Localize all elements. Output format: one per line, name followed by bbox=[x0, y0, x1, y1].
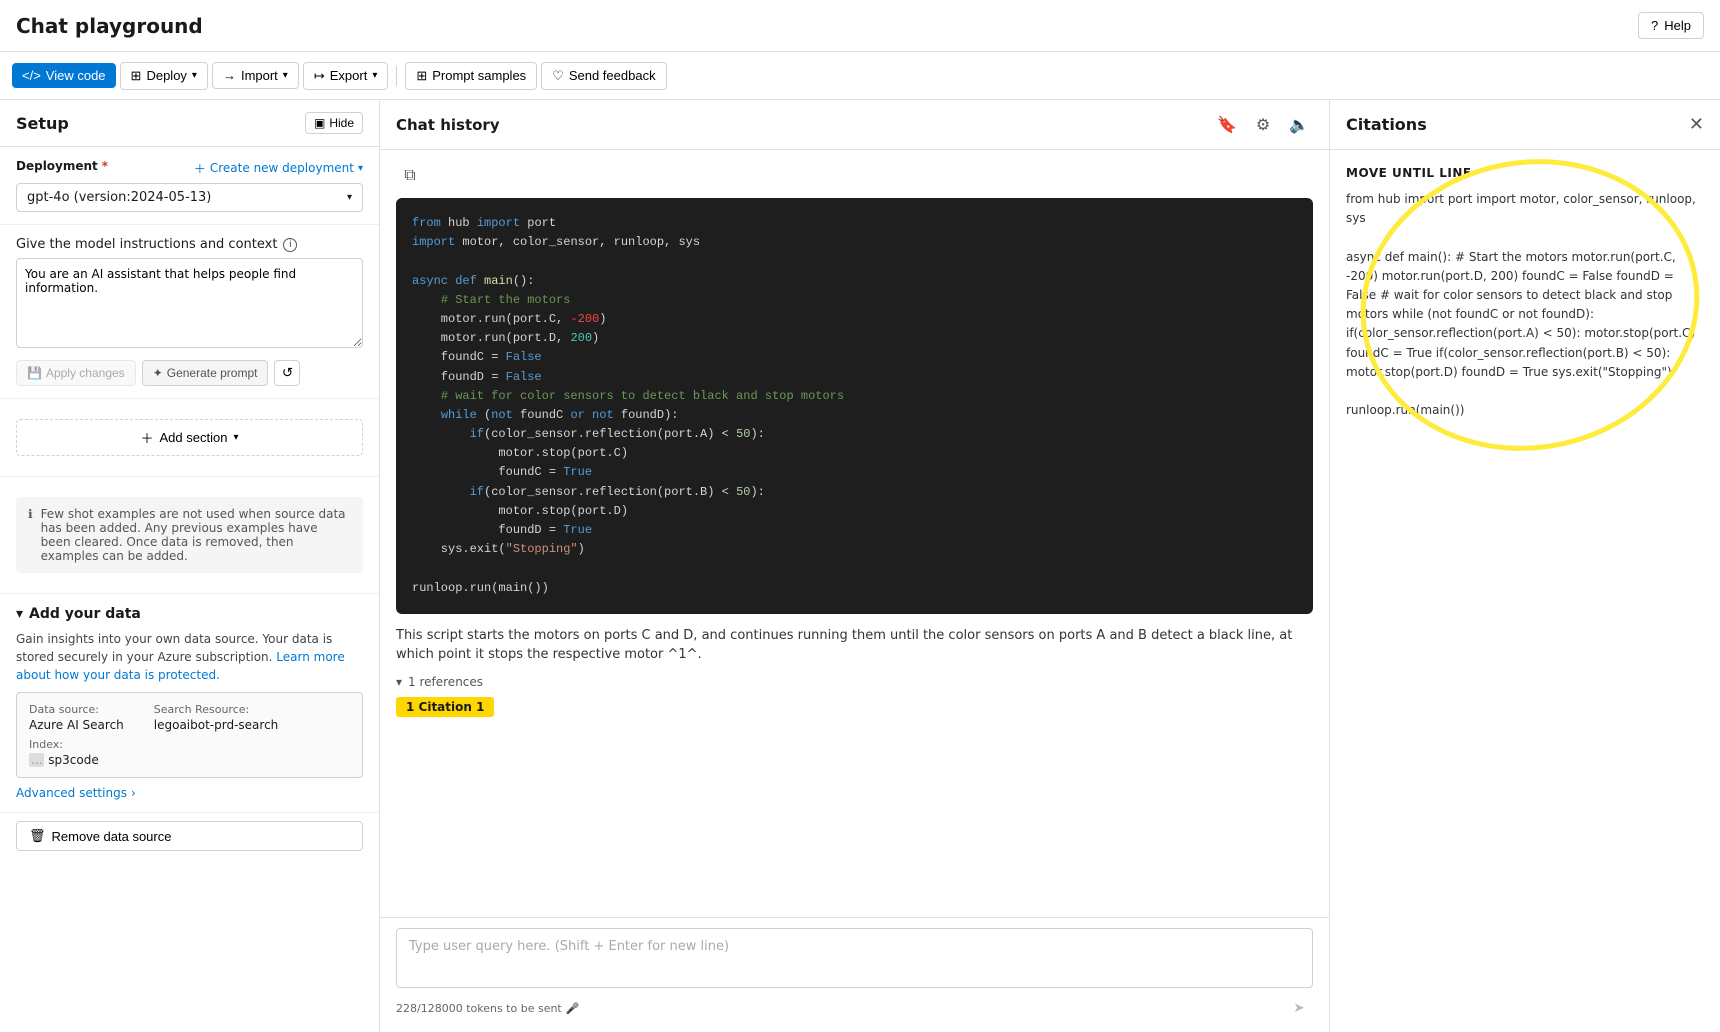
help-button[interactable]: ? Help bbox=[1638, 12, 1704, 39]
references-count: 1 references bbox=[408, 675, 483, 689]
plus-icon: ＋ bbox=[194, 160, 206, 177]
create-chevron-icon: ▾ bbox=[358, 163, 363, 174]
code-block: from hub import port import motor, color… bbox=[396, 198, 1313, 614]
apply-changes-button[interactable]: 💾 Apply changes bbox=[16, 360, 136, 386]
data-source-row-1: Data source: Azure AI Search Search Reso… bbox=[29, 703, 350, 732]
import-icon: → bbox=[223, 68, 236, 83]
citation-section-title: MOVE UNTIL LINE bbox=[1346, 166, 1704, 180]
your-data-description: Gain insights into your own data source.… bbox=[16, 630, 363, 684]
feedback-icon: ♡ bbox=[552, 68, 564, 84]
citation-chip-area: 1 Citation 1 bbox=[396, 697, 1313, 717]
copy-button[interactable]: ⧉ bbox=[396, 162, 424, 190]
sidebar-header: Setup ▣ Hide bbox=[0, 100, 379, 147]
chat-input-area: Type user query here. (Shift + Enter for… bbox=[380, 917, 1329, 1032]
index-prefix: ... bbox=[29, 753, 44, 767]
instructions-label: Give the model instructions and context … bbox=[16, 237, 363, 252]
grid-icon: ⊞ bbox=[416, 68, 427, 84]
citations-content: MOVE UNTIL LINE from hub import port imp… bbox=[1330, 150, 1720, 1032]
hide-icon: ▣ bbox=[314, 116, 325, 130]
add-section-area: ＋ Add section ▾ bbox=[0, 399, 379, 477]
export-chevron-icon: ▾ bbox=[372, 70, 377, 81]
setup-title: Setup bbox=[16, 114, 69, 133]
import-button[interactable]: → Import ▾ bbox=[212, 62, 299, 89]
deployment-label: Deployment * bbox=[16, 159, 108, 173]
import-chevron-icon: ▾ bbox=[283, 70, 288, 81]
your-data-title[interactable]: ▾ Add your data bbox=[16, 606, 363, 622]
chevron-right-icon: › bbox=[131, 786, 136, 800]
add-section-button[interactable]: ＋ Add section ▾ bbox=[16, 419, 363, 456]
send-button[interactable]: ➤ bbox=[1285, 994, 1313, 1022]
citations-title: Citations bbox=[1346, 115, 1427, 134]
deploy-button[interactable]: ⊞ Deploy ▾ bbox=[120, 62, 208, 90]
export-button[interactable]: ↦ Export ▾ bbox=[303, 62, 389, 90]
chat-area: Chat history 🔖 ⚙ 🔈 ⧉ from hub import por… bbox=[380, 100, 1330, 1032]
add-icon: ＋ bbox=[141, 428, 154, 447]
code-icon: </> bbox=[22, 68, 41, 83]
send-feedback-button[interactable]: ♡ Send feedback bbox=[541, 62, 666, 90]
info-section: ℹ Few shot examples are not used when so… bbox=[0, 477, 379, 594]
info-box: ℹ Few shot examples are not used when so… bbox=[16, 497, 363, 573]
info-circle-icon: ℹ bbox=[28, 507, 33, 563]
token-count: 228/128000 tokens to be sent 🎤 bbox=[396, 1002, 579, 1015]
remove-data-source-button[interactable]: 🗑 Remove data source bbox=[16, 821, 363, 851]
save-icon: 💾 bbox=[27, 366, 42, 380]
info-icon: i bbox=[283, 238, 297, 252]
sidebar: Setup ▣ Hide Deployment * ＋ Create new d… bbox=[0, 100, 380, 1032]
references-row[interactable]: ▾ 1 references bbox=[396, 675, 1313, 689]
response-text: This script starts the motors on ports C… bbox=[396, 626, 1313, 665]
index-field: Index: ... sp3code bbox=[29, 738, 350, 767]
expand-references-icon: ▾ bbox=[396, 675, 402, 689]
hide-button[interactable]: ▣ Hide bbox=[305, 112, 363, 134]
deployment-select[interactable]: gpt-4o (version:2024-05-13) ▾ bbox=[16, 183, 363, 212]
deployment-section: Deployment * ＋ Create new deployment ▾ g… bbox=[0, 147, 379, 225]
main-layout: Setup ▣ Hide Deployment * ＋ Create new d… bbox=[0, 100, 1720, 1032]
copy-area: ⧉ bbox=[396, 162, 1313, 190]
chat-header-icons: 🔖 ⚙ 🔈 bbox=[1213, 111, 1313, 139]
citations-header: Citations ✕ bbox=[1330, 100, 1720, 150]
select-chevron-icon: ▾ bbox=[347, 192, 352, 203]
chat-title: Chat history bbox=[396, 116, 500, 134]
citation-chip[interactable]: 1 Citation 1 bbox=[396, 697, 494, 717]
top-bar: Chat playground ? Help bbox=[0, 0, 1720, 52]
prompt-samples-button[interactable]: ⊞ Prompt samples bbox=[405, 62, 537, 90]
deploy-icon: ⊞ bbox=[131, 68, 142, 84]
generate-prompt-button[interactable]: ✦ Generate prompt bbox=[142, 360, 269, 386]
bookmark-icon-button[interactable]: 🔖 bbox=[1213, 111, 1241, 139]
your-data-section: ▾ Add your data Gain insights into your … bbox=[0, 594, 379, 813]
chat-messages: ⧉ from hub import port import motor, col… bbox=[380, 150, 1329, 917]
action-buttons: 💾 Apply changes ✦ Generate prompt ↺ bbox=[16, 360, 363, 386]
chat-input-footer: 228/128000 tokens to be sent 🎤 ➤ bbox=[396, 994, 1313, 1022]
advanced-settings-link[interactable]: Advanced settings › bbox=[16, 786, 363, 800]
microphone-icon: 🎤 bbox=[566, 1002, 580, 1015]
deploy-chevron-icon: ▾ bbox=[192, 70, 197, 81]
instructions-section: Give the model instructions and context … bbox=[0, 225, 379, 399]
toolbar-separator bbox=[396, 66, 397, 86]
data-source-box: Data source: Azure AI Search Search Reso… bbox=[16, 692, 363, 778]
refresh-icon: ↺ bbox=[282, 365, 293, 381]
export-icon: ↦ bbox=[314, 68, 325, 84]
help-icon: ? bbox=[1651, 18, 1658, 33]
refresh-button[interactable]: ↺ bbox=[274, 360, 300, 386]
page-title: Chat playground bbox=[16, 14, 203, 38]
required-marker: * bbox=[102, 159, 108, 173]
chat-header: Chat history 🔖 ⚙ 🔈 bbox=[380, 100, 1329, 150]
settings-icon-button[interactable]: ⚙ bbox=[1249, 111, 1277, 139]
instructions-textarea[interactable]: You are an AI assistant that helps peopl… bbox=[16, 258, 363, 348]
data-source-field: Data source: Azure AI Search bbox=[29, 703, 124, 732]
trash-icon: 🗑 bbox=[29, 828, 46, 844]
toolbar: </> View code ⊞ Deploy ▾ → Import ▾ ↦ Ex… bbox=[0, 52, 1720, 100]
view-code-button[interactable]: </> View code bbox=[12, 63, 116, 88]
citation-text: from hub import port import motor, color… bbox=[1346, 190, 1704, 420]
index-value: sp3code bbox=[48, 753, 98, 767]
create-deployment-link[interactable]: ＋ Create new deployment ▾ bbox=[194, 160, 363, 177]
search-resource-field: Search Resource: legoaibot-prd-search bbox=[154, 703, 279, 732]
sparkle-icon: ✦ bbox=[153, 366, 163, 380]
close-citations-button[interactable]: ✕ bbox=[1689, 114, 1704, 135]
citations-panel: Citations ✕ MOVE UNTIL LINE from hub imp… bbox=[1330, 100, 1720, 1032]
chat-input-box[interactable]: Type user query here. (Shift + Enter for… bbox=[396, 928, 1313, 988]
expand-icon: ▾ bbox=[16, 606, 23, 622]
audio-icon-button[interactable]: 🔈 bbox=[1285, 111, 1313, 139]
input-placeholder: Type user query here. (Shift + Enter for… bbox=[409, 939, 729, 954]
add-section-chevron-icon: ▾ bbox=[233, 432, 238, 443]
